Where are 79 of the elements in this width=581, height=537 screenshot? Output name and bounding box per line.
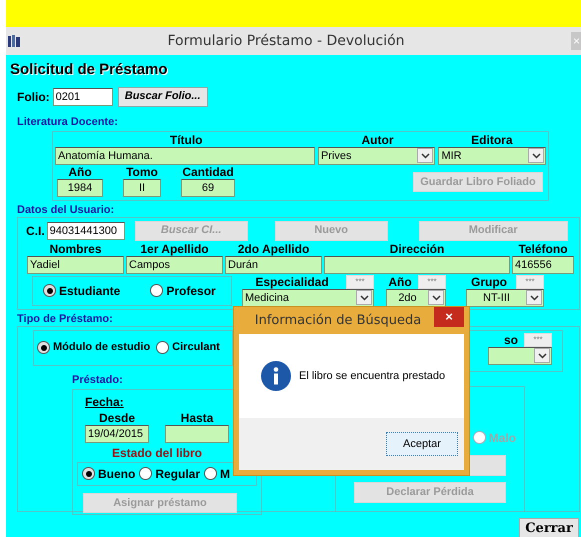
- close-form-button[interactable]: Cerrar: [519, 518, 579, 537]
- column-label: Tomo: [126, 164, 158, 178]
- chevron-down-icon: [530, 294, 538, 300]
- section-title: Préstado:: [72, 374, 123, 386]
- close-button[interactable]: ×: [434, 307, 464, 327]
- column-label: Año: [68, 164, 92, 178]
- text-field[interactable]: 1984: [57, 178, 103, 196]
- dropdown[interactable]: Medicina: [242, 288, 374, 306]
- chevron-down-icon: [360, 294, 368, 300]
- dropdown[interactable]: [488, 346, 552, 364]
- field-label: Folio:: [17, 88, 50, 106]
- radio-button[interactable]: [150, 284, 164, 297]
- column-label: Dirección: [388, 242, 446, 256]
- radio-label: Regular: [155, 466, 200, 482]
- column-label: Editora: [470, 132, 514, 146]
- radio-label: Módulo de estudio: [53, 340, 150, 356]
- radio-button[interactable]: [156, 341, 170, 354]
- radio-label: Bueno: [98, 466, 136, 482]
- column-label: Desde: [98, 410, 136, 424]
- column-label: so: [504, 332, 518, 346]
- radio-button[interactable]: [139, 467, 152, 480]
- radio-label: Profesor: [166, 282, 216, 300]
- radio-button[interactable]: [82, 467, 95, 480]
- radio-label: Estudiante: [59, 282, 120, 300]
- dialog-title: Información de Búsqueda: [254, 312, 422, 330]
- section-title: Tipo de Préstamo:: [17, 312, 113, 326]
- text-field[interactable]: 0201: [52, 88, 113, 106]
- dropdown[interactable]: Prives: [318, 146, 436, 164]
- column-label: Grupo: [470, 274, 508, 288]
- text-field[interactable]: Durán: [225, 256, 322, 274]
- text-field[interactable]: 416556: [512, 256, 574, 274]
- accept-button[interactable]: Aceptar: [386, 432, 458, 456]
- column-label: 1er Apellido: [139, 242, 210, 256]
- column-label: Teléfono: [517, 242, 569, 256]
- text-field[interactable]: Anatomía Humana.: [55, 146, 315, 164]
- dropdown[interactable]: 2do: [386, 288, 446, 306]
- text-field[interactable]: 19/04/2015: [85, 424, 149, 442]
- text-field[interactable]: 94031441300: [46, 222, 125, 240]
- section-title: Datos del Usuario:: [17, 204, 114, 216]
- small-button[interactable]: ***: [418, 274, 446, 288]
- column-label: 2do Apellido: [236, 242, 310, 256]
- column-label: Título: [168, 132, 204, 146]
- small-button[interactable]: ***: [346, 274, 374, 288]
- text-field[interactable]: II: [123, 178, 161, 196]
- chevron-down-icon: [420, 152, 430, 158]
- column-label: Especialidad: [254, 274, 330, 288]
- radio-label: Malo: [488, 430, 516, 446]
- radio-button[interactable]: [37, 341, 50, 354]
- subsection-title: Estado del libro: [110, 444, 203, 462]
- column-label: Cantidad: [182, 164, 234, 178]
- dialog-message: El libro se encuentra prestado: [299, 368, 446, 384]
- radio-button[interactable]: [204, 467, 218, 480]
- section-title: Literatura Docente:: [17, 116, 118, 128]
- radio-label: M: [220, 466, 230, 482]
- info-icon: [261, 361, 291, 391]
- dropdown[interactable]: NT-III: [466, 288, 544, 306]
- radio-label: Circulant: [172, 340, 220, 356]
- text-field[interactable]: [165, 424, 229, 442]
- column-label: Nombres: [48, 242, 102, 256]
- text-field[interactable]: Campos: [126, 256, 223, 274]
- small-button[interactable]: ***: [516, 274, 544, 288]
- button[interactable]: Buscar Folio...: [118, 86, 208, 106]
- small-button[interactable]: ***: [524, 332, 552, 346]
- radio-button[interactable]: [43, 284, 56, 297]
- books-icon: [7, 34, 21, 48]
- column-label: Autor: [360, 132, 395, 146]
- dropdown[interactable]: MIR: [438, 146, 546, 164]
- column-label: Hasta: [180, 410, 214, 424]
- field-label: Fecha:: [85, 394, 124, 410]
- chevron-down-icon: [532, 152, 541, 158]
- field-label: C.I.: [26, 222, 45, 240]
- column-label: Año: [387, 274, 413, 288]
- form-heading: Solicitud de Préstamo: [9, 60, 169, 80]
- chevron-down-icon: [432, 294, 440, 300]
- window-title: Formulario Préstamo - Devolución: [166, 32, 406, 50]
- text-field[interactable]: Yadiel: [27, 256, 124, 274]
- text-field[interactable]: 69: [181, 178, 235, 196]
- text-field[interactable]: [324, 256, 510, 274]
- chevron-down-icon: [538, 352, 546, 358]
